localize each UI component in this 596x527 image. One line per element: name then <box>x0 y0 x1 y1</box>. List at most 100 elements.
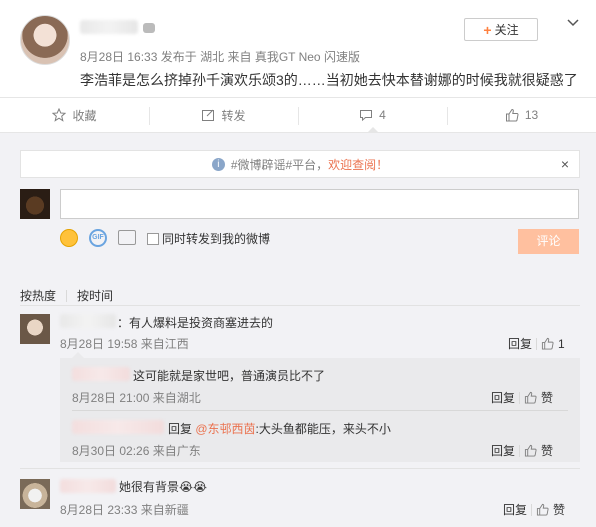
sort-time-tab[interactable]: 按时间 <box>77 287 113 304</box>
comment-meta: 8月28日 23:33 来自新疆 <box>60 501 189 518</box>
comment-button[interactable]: 4 <box>298 98 447 133</box>
notice-text: #微博辟谣#平台， <box>230 157 329 172</box>
comment-text: 她很有背景 <box>119 480 180 494</box>
reply-button[interactable]: 回复 <box>503 501 527 518</box>
reply-username[interactable] <box>72 367 130 381</box>
reply-meta: 8月30日 02:26 来自广东 <box>72 442 201 459</box>
reply-source: 来自广东 <box>152 444 201 458</box>
favorite-label: 收藏 <box>72 108 97 123</box>
post-meta: 8月28日 16:33 发布于 湖北 来自 真我GT Neo 闪速版 <box>80 48 360 65</box>
reply-reply-button[interactable]: 回复 <box>491 442 515 459</box>
post-published-from: 发布于 <box>160 50 197 64</box>
gif-icon[interactable]: GIF <box>89 229 107 247</box>
thumbs-up-icon <box>536 503 549 516</box>
reply-username[interactable] <box>72 420 164 434</box>
emoji-icon[interactable] <box>60 229 78 247</box>
sort-divider <box>20 305 580 306</box>
reply-like-label: 赞 <box>541 444 554 458</box>
post-location: 湖北 <box>200 50 225 64</box>
close-icon[interactable]: × <box>561 156 569 172</box>
comment-like-count: 1 <box>558 336 565 351</box>
sort-hot-tab[interactable]: 按热度 <box>20 287 56 304</box>
reply-meta: 8月28日 21:00 来自湖北 <box>72 389 201 406</box>
reply-like-button[interactable]: 赞 <box>524 389 553 406</box>
reply-text: :大头鱼都能压，来头不小 <box>255 422 391 436</box>
repost-icon <box>202 109 215 121</box>
thumbs-up-icon <box>541 337 554 350</box>
post-text: 李浩菲是怎么挤掉孙千演欢乐颂3的……当初她去快本替谢娜的时候我就很疑惑了 <box>80 72 578 88</box>
thumbs-up-icon <box>524 444 537 457</box>
post-source[interactable]: 真我GT Neo 闪速版 <box>255 50 360 64</box>
follow-button[interactable]: + 关注 <box>464 18 538 41</box>
sub-replies-arrow <box>72 352 84 358</box>
submit-comment-label: 评论 <box>536 234 561 248</box>
reply-mention[interactable]: @东邨西茵 <box>195 422 255 436</box>
repost-label: 转发 <box>221 108 246 123</box>
comment-avatar[interactable] <box>20 314 50 344</box>
action-separator <box>536 337 538 350</box>
comment-icon <box>360 110 373 122</box>
post-avatar[interactable] <box>20 15 70 65</box>
star-icon <box>52 108 67 122</box>
action-separator <box>519 444 521 457</box>
crying-emoji-icon: 😭😭 <box>179 480 208 494</box>
rumor-notice-bar: i #微博辟谣#平台， 欢迎查阅！ × <box>20 150 580 178</box>
image-icon[interactable] <box>118 230 136 245</box>
favorite-button[interactable]: 收藏 <box>0 98 149 132</box>
thumbs-up-icon <box>505 108 519 122</box>
chevron-down-icon[interactable] <box>566 16 580 30</box>
comment-time: 8月28日 23:33 <box>60 503 138 517</box>
comment-time: 8月28日 19:58 <box>60 337 138 351</box>
reply-like-button[interactable]: 赞 <box>524 442 553 459</box>
reply-prefix: 回复 <box>168 422 193 436</box>
reply-like-label: 赞 <box>541 391 554 405</box>
plus-icon: + <box>483 21 492 38</box>
sync-repost-option[interactable]: 同时转发到我的微博 <box>147 230 270 247</box>
post-action-bar: 收藏 转发 4 13 <box>0 97 596 133</box>
sort-separator <box>66 289 68 302</box>
reply-time: 8月28日 21:00 <box>72 391 150 405</box>
reply-actions: 回复 赞 <box>491 389 553 406</box>
reply-button[interactable]: 回复 <box>508 335 532 352</box>
reply-text: 这可能就是家世吧，普通演员比不了 <box>133 369 326 383</box>
reply-time: 8月30日 02:26 <box>72 444 150 458</box>
comment-actions: 回复 赞 <box>503 501 565 518</box>
comment-actions: 回复 1 <box>508 335 565 352</box>
comment-username[interactable] <box>60 314 116 328</box>
sync-repost-label: 同时转发到我的微博 <box>162 232 271 246</box>
like-button[interactable]: 13 <box>447 98 596 132</box>
composer-avatar[interactable] <box>20 189 50 219</box>
reply-actions: 回复 赞 <box>491 442 553 459</box>
comment-username[interactable] <box>60 479 116 493</box>
sort-tabs: 按热度 按时间 <box>20 287 113 304</box>
comment-text: ：有人爆料是投资商塞进去的 <box>117 316 274 330</box>
post-username[interactable] <box>80 20 138 34</box>
like-count: 13 <box>524 108 539 122</box>
reply-divider <box>72 410 568 411</box>
comment-divider <box>20 468 580 469</box>
comment-avatar[interactable] <box>20 479 50 509</box>
reply-source: 来自湖北 <box>152 391 201 405</box>
comment-source: 来自新疆 <box>140 503 189 517</box>
notice-link[interactable]: 欢迎查阅！ <box>328 156 388 173</box>
post-timestamp[interactable]: 8月28日 16:33 <box>80 50 157 64</box>
comment-count: 4 <box>379 108 386 122</box>
reply-reply-button[interactable]: 回复 <box>491 389 515 406</box>
comment-like-button[interactable]: 赞 <box>536 501 565 518</box>
comment-meta: 8月28日 19:58 来自江西 <box>60 335 189 352</box>
verified-badge-icon <box>143 23 155 33</box>
comment-source: 来自江西 <box>140 337 189 351</box>
follow-label: 关注 <box>494 23 519 37</box>
action-separator <box>531 503 533 516</box>
reply-line: 回复 @东邨西茵:大头鱼都能压，来头不小 <box>168 420 391 437</box>
comment-like-button[interactable]: 1 <box>541 337 565 351</box>
post-source-prefix: 来自 <box>227 50 252 64</box>
comment-line: 她很有背景😭😭 <box>119 478 207 495</box>
comment-like-label: 赞 <box>553 503 566 517</box>
comment-input[interactable] <box>60 189 579 219</box>
action-separator <box>519 391 521 404</box>
submit-comment-button[interactable]: 评论 <box>518 229 579 254</box>
thumbs-up-icon <box>524 391 537 404</box>
sync-repost-checkbox[interactable] <box>147 232 159 245</box>
repost-button[interactable]: 转发 <box>149 98 298 132</box>
